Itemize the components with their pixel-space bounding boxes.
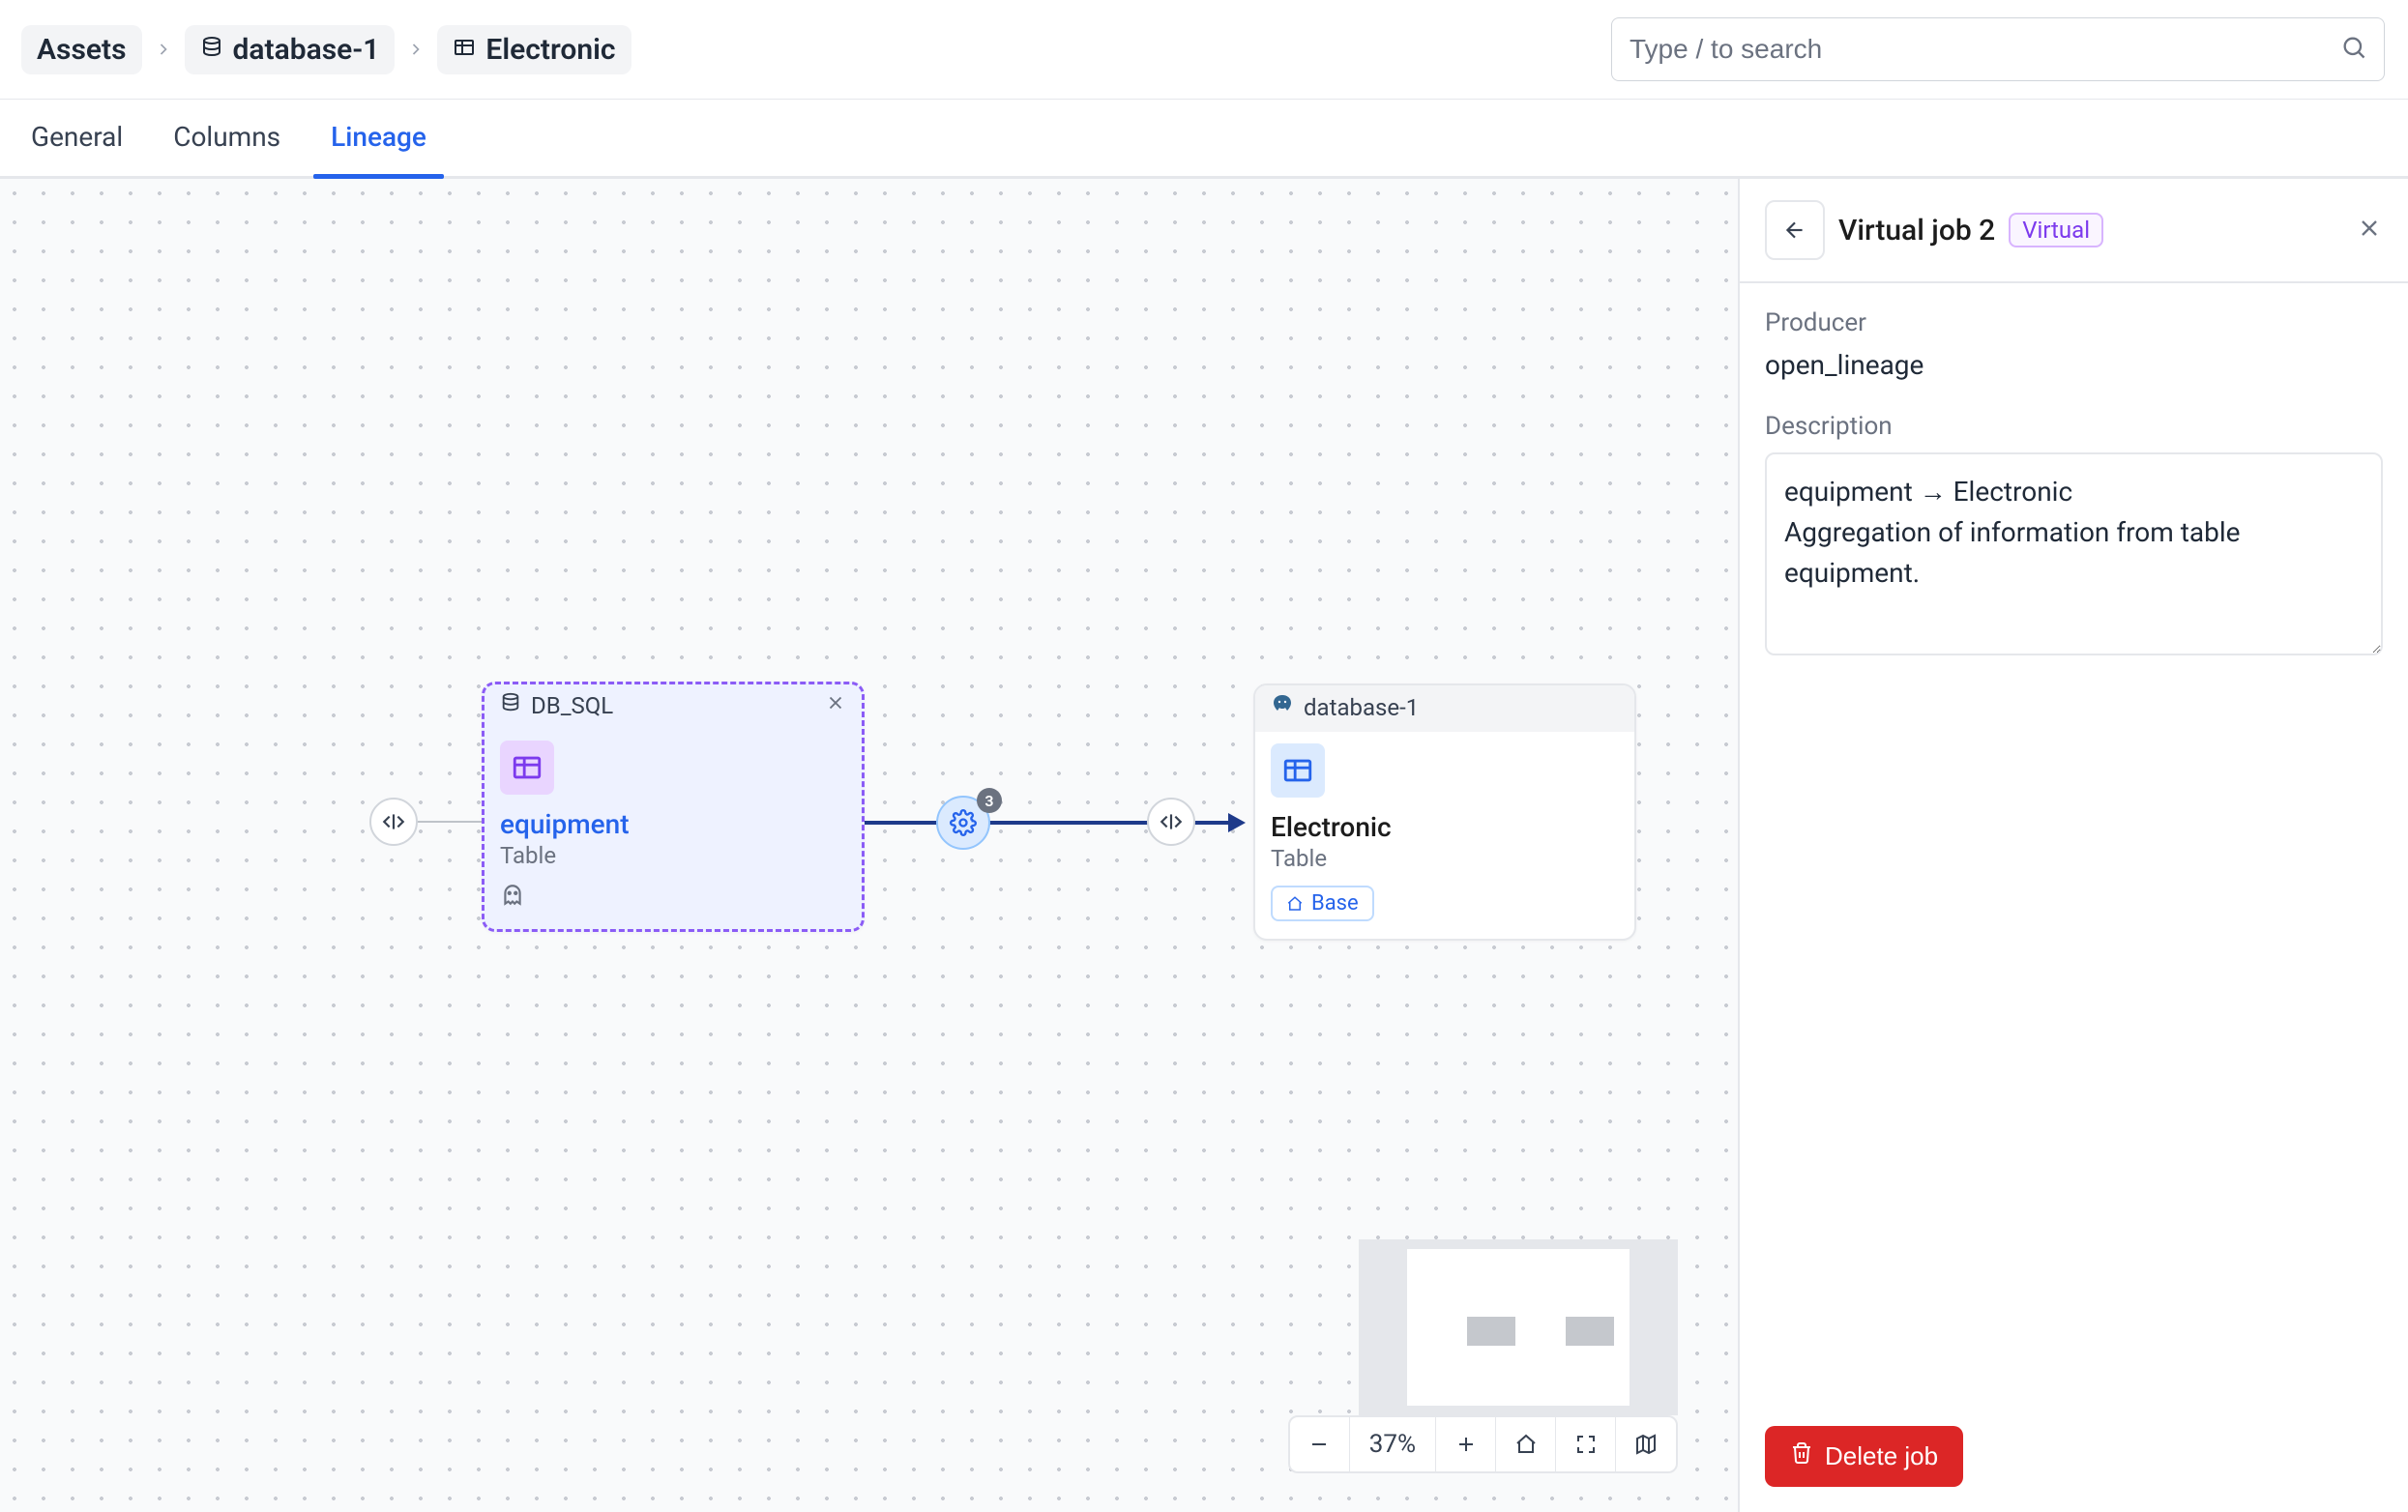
producer-label: Producer xyxy=(1765,308,2383,337)
back-button[interactable] xyxy=(1765,200,1825,260)
minimap[interactable] xyxy=(1359,1239,1678,1415)
node-equipment-title[interactable]: equipment xyxy=(500,808,846,840)
breadcrumb: Assets database-1 Electronic xyxy=(21,25,631,74)
zoom-out-button[interactable] xyxy=(1290,1417,1350,1471)
trash-icon xyxy=(1790,1441,1813,1471)
tab-lineage[interactable]: Lineage xyxy=(327,100,430,176)
close-panel-button[interactable] xyxy=(2356,215,2383,246)
zoom-level: 37% xyxy=(1350,1417,1436,1471)
lineage-canvas[interactable]: 3 DB_SQL equipment xyxy=(0,179,1738,1512)
search-icon xyxy=(2340,34,2367,65)
node-electronic-header-label: database-1 xyxy=(1304,694,1419,721)
tabs: General Columns Lineage xyxy=(0,100,2408,179)
panel-body: Producer open_lineage Description xyxy=(1740,283,2408,1401)
main: 3 DB_SQL equipment xyxy=(0,179,2408,1512)
virtual-badge: Virtual xyxy=(2009,213,2103,247)
breadcrumb-assets[interactable]: Assets xyxy=(21,25,142,74)
description-label: Description xyxy=(1765,412,2383,441)
arrowhead-icon xyxy=(1228,813,1246,832)
edge-upstream xyxy=(406,821,484,823)
node-equipment[interactable]: DB_SQL equipment Table xyxy=(482,682,865,932)
search-wrap xyxy=(1611,17,2385,81)
chevron-right-icon xyxy=(154,40,173,59)
expand-upstream-handle[interactable] xyxy=(369,798,418,846)
details-panel: Virtual job 2 Virtual Producer open_line… xyxy=(1738,179,2408,1512)
database-icon xyxy=(200,33,223,67)
zoom-map-button[interactable] xyxy=(1616,1417,1676,1471)
breadcrumb-table[interactable]: Electronic xyxy=(437,25,631,74)
table-icon xyxy=(1271,743,1325,798)
tab-columns[interactable]: Columns xyxy=(169,100,284,176)
postgres-icon xyxy=(1271,693,1294,722)
panel-title: Virtual job 2 xyxy=(1838,214,1995,247)
minimap-rect xyxy=(1566,1317,1614,1346)
breadcrumb-database[interactable]: database-1 xyxy=(185,25,396,74)
node-electronic[interactable]: database-1 Electronic Table Base xyxy=(1253,683,1636,941)
base-badge-label: Base xyxy=(1311,891,1359,916)
delete-job-label: Delete job xyxy=(1825,1441,1938,1471)
panel-header: Virtual job 2 Virtual xyxy=(1740,179,2408,283)
database-icon xyxy=(500,692,521,719)
node-equipment-header-label: DB_SQL xyxy=(531,692,613,719)
chevron-right-icon xyxy=(406,40,426,59)
tab-general[interactable]: General xyxy=(27,100,127,176)
delete-job-button[interactable]: Delete job xyxy=(1765,1426,1963,1487)
node-electronic-title: Electronic xyxy=(1271,811,1619,843)
producer-value: open_lineage xyxy=(1765,349,2383,381)
search-input[interactable] xyxy=(1611,17,2385,81)
breadcrumb-table-label: Electronic xyxy=(485,33,615,67)
minimap-rect xyxy=(1467,1317,1515,1346)
base-badge: Base xyxy=(1271,886,1374,921)
breadcrumb-database-label: database-1 xyxy=(233,33,380,67)
job-count-badge: 3 xyxy=(977,788,1002,813)
expand-downstream-handle[interactable] xyxy=(1147,798,1195,846)
node-electronic-subtitle: Table xyxy=(1271,845,1619,872)
panel-footer: Delete job xyxy=(1740,1401,2408,1512)
description-textarea[interactable] xyxy=(1765,452,2383,655)
ghost-icon xyxy=(500,883,846,912)
node-equipment-subtitle: Table xyxy=(500,842,846,869)
table-icon xyxy=(453,33,476,67)
zoom-in-button[interactable] xyxy=(1436,1417,1496,1471)
table-icon xyxy=(500,741,554,795)
breadcrumb-assets-label: Assets xyxy=(37,33,127,67)
zoom-home-button[interactable] xyxy=(1496,1417,1556,1471)
zoom-fullscreen-button[interactable] xyxy=(1556,1417,1616,1471)
close-icon[interactable] xyxy=(825,692,846,719)
zoom-controls: 37% xyxy=(1288,1415,1678,1473)
topbar: Assets database-1 Electronic xyxy=(0,0,2408,100)
